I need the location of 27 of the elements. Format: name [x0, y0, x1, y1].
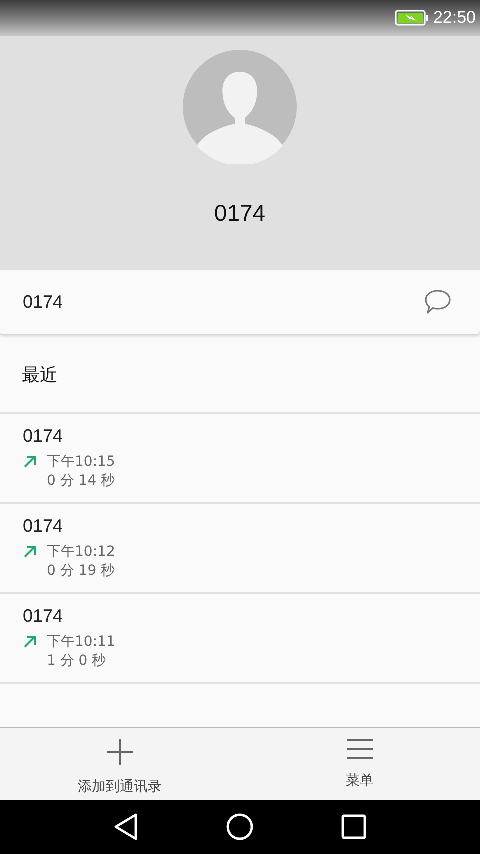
call-duration: 1 分 0 秒: [47, 652, 108, 671]
call-number: 0174: [23, 426, 64, 447]
plus-icon: [106, 738, 134, 766]
call-time: 下午10:12: [47, 543, 116, 562]
call-log-item[interactable]: 0174 下午10:15 0 分 14 秒: [0, 414, 480, 504]
number-card[interactable]: 0174: [0, 270, 480, 334]
call-duration: 0 分 19 秒: [47, 562, 116, 581]
call-duration: 0 分 14 秒: [47, 472, 116, 491]
home-icon[interactable]: [226, 813, 254, 841]
section-title: 最近: [0, 338, 480, 414]
avatar-icon: [183, 50, 297, 164]
recents-icon[interactable]: [340, 814, 367, 840]
call-time: 下午10:11: [47, 633, 116, 652]
menu-icon: [347, 738, 373, 760]
back-icon[interactable]: [113, 813, 140, 841]
call-log-item[interactable]: 0174 下午10:11 1 分 0 秒: [0, 594, 480, 684]
status-time: 22:50: [433, 8, 476, 28]
outgoing-call-icon: [23, 455, 37, 469]
call-time: 下午10:15: [47, 453, 116, 472]
call-number: 0174: [23, 606, 64, 627]
call-number: 0174: [23, 516, 64, 537]
outgoing-call-icon: [23, 545, 37, 559]
phone-number: 0174: [23, 292, 64, 312]
message-icon[interactable]: [424, 289, 452, 315]
call-log-item[interactable]: 0174 下午10:12 0 分 19 秒: [0, 504, 480, 594]
outgoing-call-icon: [23, 635, 37, 649]
contact-number: 0174: [214, 200, 266, 227]
